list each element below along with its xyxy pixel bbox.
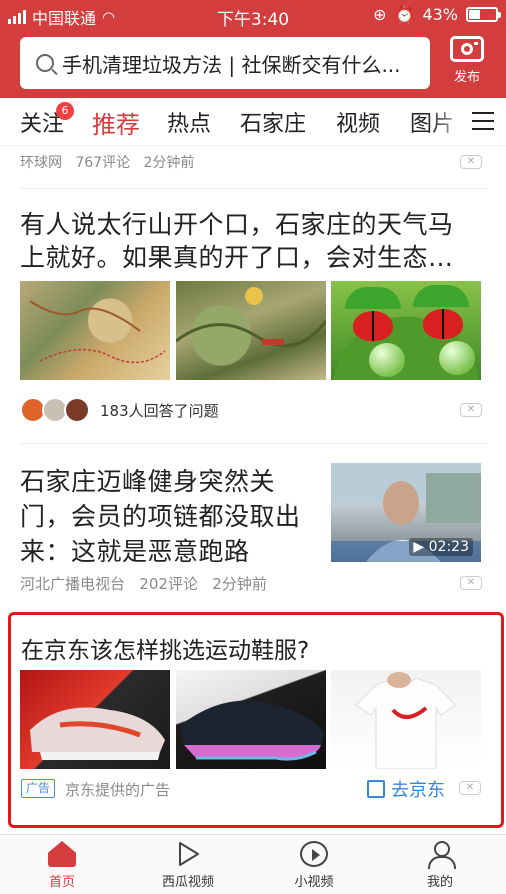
duration-text: 02:23 bbox=[428, 539, 469, 555]
feed-item-meta: 环球网 767评论 2分钟前 bbox=[20, 152, 194, 172]
go-to-jd-button[interactable]: 去京东 bbox=[367, 776, 445, 802]
item-time: 2分钟前 bbox=[212, 575, 267, 593]
terrain-lines bbox=[176, 287, 326, 348]
ad-image-sneaker-black[interactable] bbox=[176, 670, 326, 769]
item-source: 环球网 bbox=[20, 155, 62, 171]
camera-icon bbox=[450, 36, 484, 62]
item-title-line: 石家庄迈峰健身突然关 bbox=[20, 467, 276, 496]
sneaker-drawing bbox=[30, 707, 165, 760]
nav-xigua-label: 西瓜视频 bbox=[161, 875, 214, 890]
dismiss-button[interactable]: ✕ bbox=[459, 781, 481, 795]
follow-badge: 6 bbox=[56, 102, 74, 120]
nav-short-video[interactable]: 小视频 bbox=[274, 841, 354, 890]
avatar bbox=[64, 397, 90, 423]
video-duration: ▶ 02:23 bbox=[409, 538, 473, 556]
water-drop bbox=[369, 343, 405, 377]
tab-hot[interactable]: 热点 bbox=[167, 106, 211, 138]
nav-profile[interactable]: 我的 bbox=[400, 841, 480, 890]
item-source: 河北广播电视台 bbox=[20, 575, 126, 593]
category-tabs: 关注 6 推荐 热点 石家庄 视频 图片 bbox=[0, 98, 506, 146]
map-lines bbox=[29, 300, 166, 364]
user-icon bbox=[426, 841, 456, 869]
search-bar[interactable]: 手机清理垃圾方法 | 社保断交有什么... bbox=[20, 37, 430, 89]
home-icon bbox=[48, 841, 76, 867]
publish-button[interactable]: 发布 bbox=[442, 36, 492, 92]
ad-image-sneaker-red[interactable] bbox=[20, 670, 170, 769]
ladybug-icon bbox=[353, 311, 393, 341]
alarm-icon: ⏰ bbox=[394, 5, 415, 24]
nav-home-label: 首页 bbox=[48, 875, 75, 890]
ad-card[interactable]: 在京东该怎样挑选运动鞋服? 广告 京东提供的广告 去京东 ✕ bbox=[8, 612, 504, 828]
dismiss-button[interactable]: ✕ bbox=[460, 576, 482, 590]
item-comments: 767评论 bbox=[75, 155, 131, 171]
search-suggestion-text: 手机清理垃圾方法 | 社保断交有什么... bbox=[62, 52, 401, 77]
nav-home[interactable]: 首页 bbox=[22, 841, 102, 890]
orientation-lock-icon: ⊕ bbox=[373, 5, 387, 24]
tabs-fade bbox=[428, 98, 472, 144]
ad-label: 广告 bbox=[21, 779, 55, 798]
external-link-icon bbox=[367, 780, 385, 798]
divider bbox=[20, 443, 486, 444]
search-icon bbox=[36, 54, 54, 72]
ladybug-thumbnail bbox=[331, 281, 481, 380]
ad-title: 在京东该怎样挑选运动鞋服? bbox=[21, 638, 310, 664]
video-thumbnail[interactable]: ▶ 02:23 bbox=[331, 463, 481, 562]
publish-label: 发布 bbox=[453, 70, 480, 85]
ad-provider: 京东提供的广告 bbox=[65, 781, 171, 799]
dismiss-button[interactable]: ✕ bbox=[460, 403, 482, 417]
ladybug-icon bbox=[423, 309, 463, 339]
play-icon bbox=[174, 841, 202, 867]
item-time: 2分钟前 bbox=[143, 155, 195, 171]
nav-xigua-video[interactable]: 西瓜视频 bbox=[148, 841, 228, 890]
tshirt-drawing bbox=[355, 672, 457, 769]
item-comments: 202评论 bbox=[139, 575, 198, 593]
feed-item-meta: 河北广播电视台 202评论 2分钟前 bbox=[20, 573, 267, 594]
item-title-line: 来：这就是恶意跑路 bbox=[20, 537, 250, 566]
bottom-nav: 首页 西瓜视频 小视频 我的 bbox=[0, 834, 506, 894]
tab-video[interactable]: 视频 bbox=[336, 106, 380, 138]
water-drop bbox=[439, 341, 475, 375]
map-thumbnail bbox=[20, 281, 170, 380]
answer-count: 183人回答了问题 bbox=[100, 402, 219, 420]
go-to-jd-label: 去京东 bbox=[391, 780, 445, 801]
top-header: 中国联通 ◠ 下午3:40 ⊕ ⏰ 43% 手机清理垃圾方法 | 社保断交有什么… bbox=[0, 0, 506, 98]
nav-short-video-label: 小视频 bbox=[294, 875, 334, 890]
tab-recommend[interactable]: 推荐 bbox=[92, 105, 140, 140]
item-title-line: 门，会员的项链都没取出 bbox=[20, 502, 301, 531]
dismiss-button[interactable]: ✕ bbox=[460, 155, 482, 169]
battery-icon bbox=[466, 7, 501, 22]
divider bbox=[20, 188, 486, 189]
sneaker-drawing bbox=[181, 700, 324, 761]
item-title-line: 上就好。如果真的开了口，会对生态… bbox=[20, 243, 454, 272]
tab-shijiazhuang[interactable]: 石家庄 bbox=[240, 106, 306, 138]
ad-image-tshirt[interactable] bbox=[331, 670, 481, 769]
menu-icon[interactable] bbox=[472, 112, 494, 130]
leaf-umbrella bbox=[345, 287, 401, 309]
short-video-icon bbox=[300, 841, 328, 867]
status-bar: 中国联通 ◠ 下午3:40 ⊕ ⏰ 43% bbox=[0, 0, 506, 30]
battery-percent: 43% bbox=[422, 5, 458, 24]
item-title-line: 有人说太行山开个口，石家庄的天气马 bbox=[20, 210, 454, 239]
nav-profile-label: 我的 bbox=[426, 875, 453, 890]
terrain-thumbnail bbox=[176, 281, 326, 380]
leaf-umbrella bbox=[413, 285, 469, 307]
